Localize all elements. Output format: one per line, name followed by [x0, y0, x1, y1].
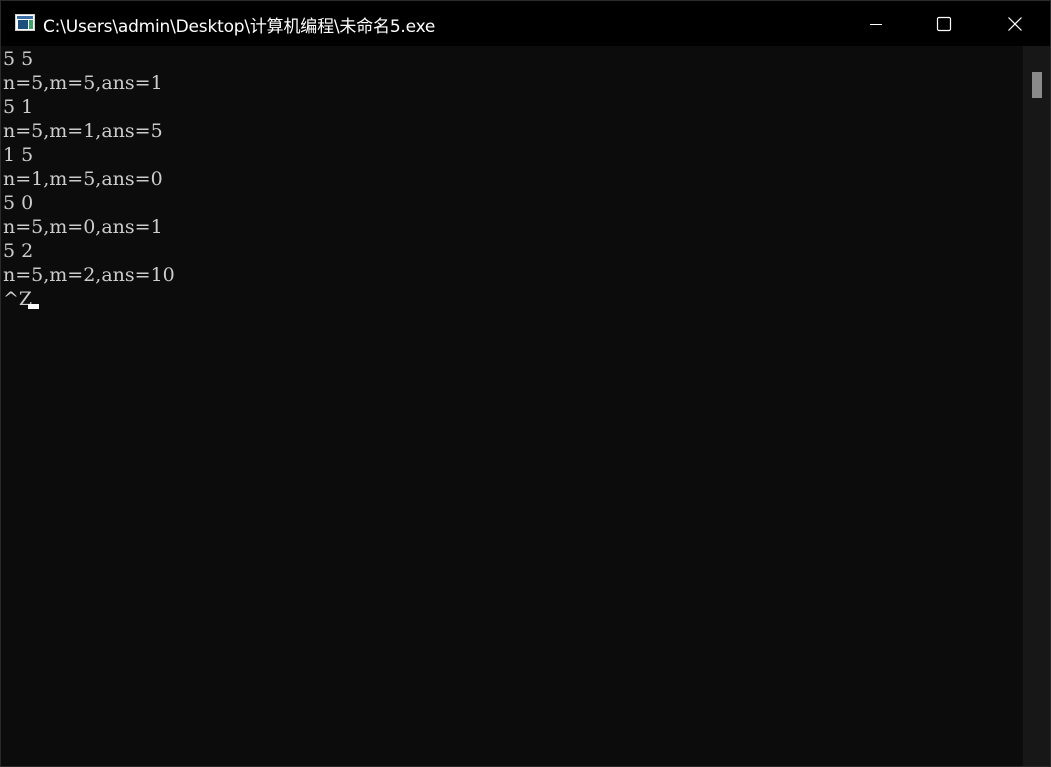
maximize-icon: [936, 16, 952, 31]
title-bar[interactable]: C:\Users\admin\Desktop\计算机编程\未命名5.exe: [1, 1, 1050, 46]
app-icon-screen: [18, 20, 28, 29]
console-line: n=5,m=0,ans=1: [3, 216, 163, 238]
console-line: 1 5: [3, 144, 34, 166]
console-line: n=5,m=1,ans=5: [3, 120, 163, 142]
maximize-button[interactable]: [910, 1, 978, 46]
console-line: n=1,m=5,ans=0: [3, 168, 163, 190]
console-line: 5 5: [3, 48, 34, 70]
app-icon-side: [29, 20, 33, 29]
console-output[interactable]: 5 5 n=5,m=5,ans=1 5 1 n=5,m=1,ans=5 1 5 …: [1, 46, 1023, 766]
console-line: 5 2: [3, 240, 34, 262]
minimize-button[interactable]: [842, 1, 910, 46]
minimize-icon: [870, 23, 882, 25]
console-line: n=5,m=5,ans=1: [3, 72, 163, 94]
console-line: 5 0: [3, 192, 34, 214]
console-line: 5 1: [3, 96, 34, 118]
close-button[interactable]: [980, 1, 1050, 46]
vertical-scrollbar[interactable]: [1023, 46, 1050, 766]
console-line: n=5,m=2,ans=10: [3, 264, 175, 286]
app-icon-title-strip: [17, 16, 33, 19]
console-app-icon[interactable]: [15, 14, 35, 31]
console-window: C:\Users\admin\Desktop\计算机编程\未命名5.exe 5 …: [0, 0, 1051, 767]
close-icon: [1008, 16, 1022, 31]
text-cursor: [28, 304, 39, 309]
window-title: C:\Users\admin\Desktop\计算机编程\未命名5.exe: [43, 17, 436, 37]
scrollbar-thumb[interactable]: [1032, 72, 1042, 98]
